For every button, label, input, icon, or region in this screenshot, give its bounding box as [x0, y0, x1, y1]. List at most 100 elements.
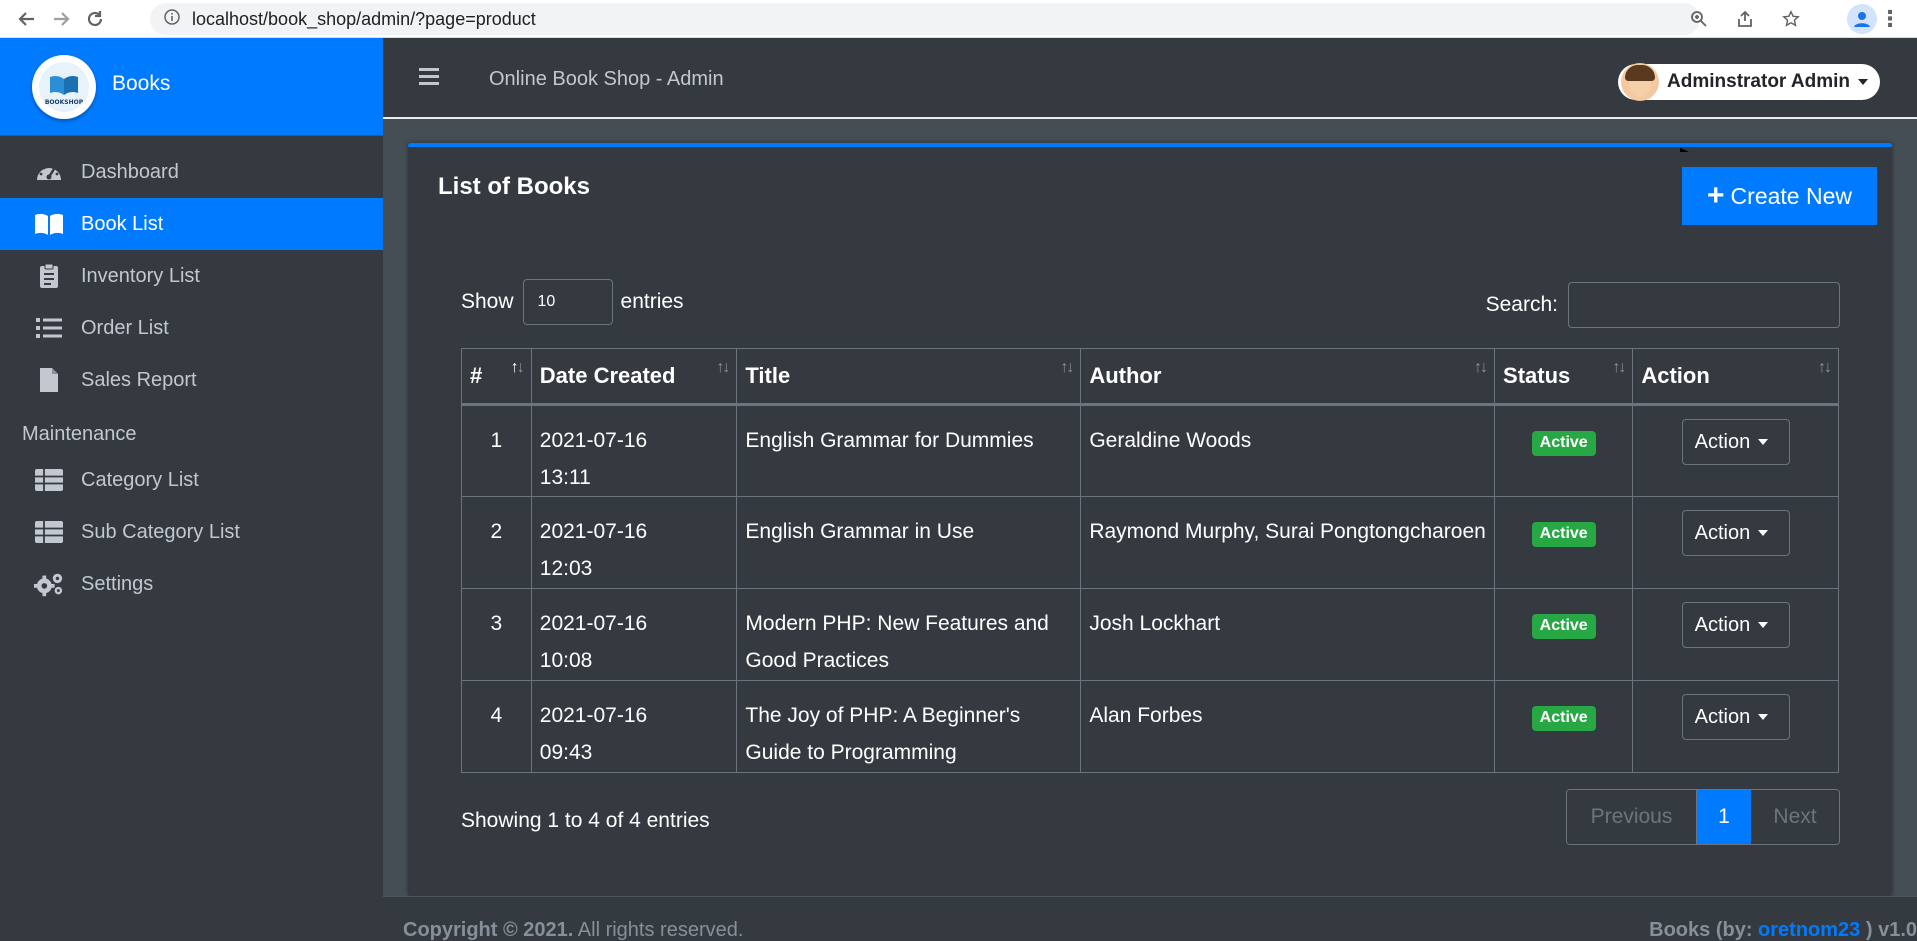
caret-down-icon	[1858, 79, 1868, 85]
book-open-icon	[34, 211, 64, 237]
forward-icon[interactable]	[48, 6, 74, 32]
table-row: 3 2021-07-16 10:08 Modern PHP: New Featur…	[461, 588, 1839, 681]
sidebar-item-label: Order List	[81, 316, 169, 339]
url-text: localhost/book_shop/admin/?page=product	[192, 8, 536, 29]
info-icon[interactable]	[164, 8, 180, 30]
book-list-card: List of Books + Create New Show 10 entri…	[408, 143, 1892, 896]
sidebar-item-label: Settings	[81, 572, 154, 595]
column-header-date-created[interactable]: Date Created ↑↓	[530, 348, 738, 406]
address-bar[interactable]: localhost/book_shop/admin/?page=product	[150, 3, 1700, 35]
content-wrapper: List of Books + Create New Show 10 entri…	[383, 121, 1917, 941]
sidebar-item-settings[interactable]: Settings	[0, 558, 383, 610]
action-dropdown-button[interactable]: Action	[1681, 694, 1790, 740]
table-header-row: # ↑↓ Date Created ↑↓ Title ↑↓ Author ↑↓ Stat…	[461, 348, 1839, 406]
action-cell: Action	[1632, 680, 1839, 773]
author-cell: Josh Lockhart	[1080, 588, 1496, 681]
title-cell: English Grammar for Dummies	[736, 404, 1082, 497]
share-icon[interactable]	[1734, 8, 1756, 30]
sidebar-item-sales-report[interactable]: Sales Report	[0, 354, 383, 406]
table-icon	[34, 467, 64, 493]
action-dropdown-button[interactable]: Action	[1681, 602, 1790, 648]
tachometer-icon	[34, 159, 64, 185]
sidebar-item-label: Inventory List	[81, 264, 200, 287]
table-row: 1 2021-07-16 13:11 English Grammar for Du…	[461, 404, 1839, 497]
status-badge: Active	[1531, 522, 1596, 547]
action-dropdown-button[interactable]: Action	[1681, 510, 1790, 556]
search-input[interactable]	[1568, 282, 1840, 328]
pagination: Previous 1 Next	[1566, 789, 1840, 845]
zoom-icon[interactable]	[1688, 8, 1710, 30]
table-row: 2 2021-07-16 12:03 English Grammar in Use…	[461, 496, 1839, 589]
date-created-cell: 2021-07-16 12:03	[530, 496, 738, 589]
brand-link[interactable]: BOOKSHOP Books	[0, 38, 383, 136]
column-header-title[interactable]: Title ↑↓	[736, 348, 1082, 406]
author-cell: Geraldine Woods	[1080, 404, 1496, 497]
mouse-cursor-icon	[1680, 148, 1689, 152]
cogs-icon	[34, 571, 64, 597]
sidebar-item-sub-category-list[interactable]: Sub Category List	[0, 506, 383, 558]
browser-toolbar: localhost/book_shop/admin/?page=product …	[0, 0, 1917, 38]
back-icon[interactable]	[14, 6, 40, 32]
sidebar-item-label: Book List	[81, 212, 164, 235]
hamburger-menu-icon[interactable]	[419, 68, 439, 89]
date-created-cell: 2021-07-16 10:08	[530, 588, 738, 681]
user-name: Adminstrator Admin	[1667, 71, 1850, 92]
table-search: Search:	[1486, 282, 1840, 328]
sidebar-item-dashboard[interactable]: Dashboard	[0, 146, 383, 198]
sidebar-item-order-list[interactable]: Order List	[0, 302, 383, 354]
sort-icon: ↑↓	[716, 359, 730, 376]
list-icon	[34, 315, 64, 341]
show-label: Show	[461, 290, 514, 313]
bookshop-logo: BOOKSHOP	[32, 54, 96, 119]
title-cell: Modern PHP: New Features and Good Practi…	[736, 588, 1082, 681]
column-header-number[interactable]: # ↑↓	[461, 348, 532, 406]
sidebar-item-inventory-list[interactable]: Inventory List	[0, 250, 383, 302]
sidebar-item-label: Sub Category List	[81, 520, 240, 543]
sidebar-header-maintenance: Maintenance	[22, 423, 137, 445]
clipboard-icon	[34, 263, 64, 289]
sidebar-item-category-list[interactable]: Category List	[0, 454, 383, 506]
browser-profile-icon[interactable]	[1847, 4, 1877, 34]
reload-icon[interactable]	[82, 6, 108, 32]
author-link[interactable]: oretnom23	[1758, 919, 1860, 941]
footer-credit: Books (by: oretnom23 ) v1.0	[1649, 919, 1917, 941]
create-new-button[interactable]: + Create New	[1682, 167, 1877, 225]
search-label: Search:	[1485, 293, 1558, 316]
footer: Copyright © 2021. All rights reserved. B…	[383, 896, 1917, 941]
sort-icon: ↑↓	[1060, 359, 1074, 376]
create-new-label: Create New	[1730, 182, 1852, 209]
previous-page-button[interactable]: Previous	[1567, 790, 1697, 844]
sort-icon: ↑↓	[1818, 359, 1832, 376]
plus-icon: +	[1707, 179, 1725, 212]
sidebar-nav: Dashboard Book List Inventory List Order…	[0, 136, 383, 610]
status-badge: Active	[1531, 706, 1596, 731]
entries-label: entries	[620, 290, 684, 313]
browser-menu-icon[interactable]: ⋮	[1879, 6, 1901, 32]
caret-down-icon	[1758, 530, 1769, 536]
sidebar: BOOKSHOP Books Dashboard Book List Inven…	[0, 38, 383, 941]
table-icon	[34, 519, 64, 545]
action-dropdown-button[interactable]: Action	[1681, 419, 1790, 465]
sidebar-item-book-list[interactable]: Book List	[0, 198, 383, 250]
bookmark-star-icon[interactable]	[1780, 8, 1802, 30]
user-dropdown[interactable]: Adminstrator Admin	[1618, 63, 1880, 101]
column-header-author[interactable]: Author ↑↓	[1080, 348, 1496, 406]
caret-down-icon	[1758, 622, 1769, 628]
column-header-action[interactable]: Action ↑↓	[1632, 348, 1839, 406]
copyright-text: Copyright © 2021. All rights reserved.	[403, 919, 744, 941]
column-header-status[interactable]: Status ↑↓	[1494, 348, 1634, 406]
sidebar-item-label: Category List	[81, 468, 199, 491]
sort-icon: ↑↓	[1474, 359, 1488, 376]
page-1-button[interactable]: 1	[1697, 790, 1751, 844]
entries-length-select[interactable]: 10	[522, 279, 613, 325]
title-cell: English Grammar in Use	[736, 496, 1082, 589]
brand-text: Books	[112, 71, 171, 95]
sidebar-item-label: Sales Report	[81, 368, 197, 391]
row-number: 3	[461, 588, 532, 681]
next-page-button[interactable]: Next	[1751, 790, 1839, 844]
sidebar-item-label: Dashboard	[81, 160, 179, 183]
avatar	[1621, 63, 1660, 101]
status-badge: Active	[1531, 614, 1596, 639]
table-row: 4 2021-07-16 09:43 The Joy of PHP: A Begi…	[461, 680, 1839, 773]
site-title: Online Book Shop - Admin	[489, 68, 724, 90]
